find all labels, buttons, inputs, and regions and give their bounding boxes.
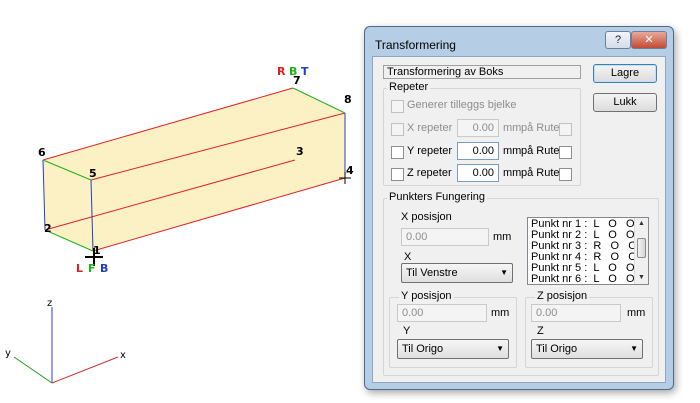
vertex-label-6: 6 (38, 146, 46, 159)
y-position-unit: mm (491, 307, 510, 319)
z-repeat-checkbox[interactable] (391, 168, 404, 181)
x-repeat-unit: mm (503, 122, 522, 134)
scroll-down-icon[interactable]: ▼ (635, 272, 648, 284)
list-item[interactable]: Punkt nr 3 : R O O (528, 241, 634, 252)
y-repeat-route-checkbox[interactable] (559, 146, 572, 159)
transform-dialog: Transformering ? ✕ Transformering av Bok… (364, 26, 674, 390)
z-axis-label: Z (537, 325, 544, 337)
z-position-label: Z posisjon (535, 290, 590, 302)
x-repeat-route-checkbox[interactable] (559, 123, 572, 136)
z-direction-value: Til Origo (536, 343, 578, 355)
letter-b-top: B (289, 65, 297, 78)
close-button[interactable]: Lukk (593, 93, 657, 112)
vertex-label-5: 5 (89, 167, 97, 180)
z-direction-select[interactable]: Til Origo ▼ (531, 339, 643, 359)
y-repeat-unit: mm (503, 145, 522, 157)
description-field: Transformering av Boks (383, 65, 581, 79)
point-list[interactable]: Punkt nr 1 : L O O Punkt nr 2 : L O O Pu… (527, 217, 649, 285)
list-item[interactable]: Punkt nr 5 : L O O (528, 263, 634, 274)
x-position-input[interactable]: 0.00 (401, 228, 489, 246)
save-button[interactable]: Lagre (593, 64, 657, 83)
x-position-unit: mm (493, 231, 512, 243)
letter-b-bottom: B (100, 262, 108, 275)
y-axis-label: Y (403, 325, 411, 337)
x-direction-value: Til Venstre (406, 267, 458, 279)
axis-y-label: y (5, 348, 11, 359)
x-direction-select[interactable]: Til Venstre ▼ (401, 263, 513, 283)
z-repeat-route-checkbox[interactable] (559, 168, 572, 181)
help-button[interactable]: ? (605, 31, 631, 49)
z-repeat-unit: mm (503, 167, 522, 179)
x-repeat-label: X repeter (407, 122, 453, 134)
axis-x-label: x (120, 350, 126, 361)
extra-beam-label: Generer tilleggs bjelke (407, 99, 517, 111)
y-direction-select[interactable]: Til Origo ▼ (397, 339, 509, 359)
z-position-input[interactable]: 0.00 (531, 304, 621, 322)
letter-t: T (301, 65, 309, 78)
z-repeat-route-label: på Rute (521, 167, 560, 179)
dialog-client: Transformering av Boks Lagre Lukk Repete… (372, 56, 666, 383)
vertex-label-3: 3 (296, 145, 304, 158)
y-direction-value: Til Origo (402, 343, 444, 355)
y-position-input[interactable]: 0.00 (397, 304, 487, 322)
y-repeat-input[interactable]: 0.00 (457, 142, 499, 160)
dialog-title: Transformering (375, 38, 456, 52)
x-repeat-route-label: på Rute (521, 122, 560, 134)
axis-x-line (51, 356, 119, 384)
x-axis-label: X (404, 251, 412, 263)
letter-l: L (76, 262, 83, 275)
list-item[interactable]: Punkt nr 4 : R O O (528, 252, 634, 263)
axis-z-label: z (47, 298, 52, 309)
scroll-up-icon[interactable]: ▲ (635, 218, 648, 230)
y-repeat-checkbox[interactable] (391, 146, 404, 159)
x-position-label: X posisjon (401, 211, 452, 223)
list-item[interactable]: Punkt nr 6 : L O O (528, 274, 634, 285)
viewport-canvas: 6 5 2 1 3 4 7 8 L F B R B T z x y (5, 65, 354, 384)
dialog-titlebar[interactable]: Transformering ? ✕ (365, 27, 673, 57)
list-item[interactable]: Punkt nr 1 : L O O (528, 219, 634, 230)
x-repeat-input[interactable]: 0.00 (457, 119, 499, 137)
point-list-scrollbar[interactable]: ▲ ▼ (634, 218, 648, 284)
extra-beam-checkbox[interactable] (391, 100, 404, 113)
y-repeat-route-label: på Rute (521, 145, 560, 157)
scroll-thumb[interactable] (637, 238, 646, 258)
x-repeat-checkbox[interactable] (391, 123, 404, 136)
viewport-3d[interactable]: 6 5 2 1 3 4 7 8 L F B R B T z x y (0, 0, 370, 400)
z-position-unit: mm (627, 307, 646, 319)
repeat-group-title: Repeter (387, 81, 431, 93)
close-icon[interactable]: ✕ (631, 31, 667, 49)
letter-f: F (88, 262, 96, 275)
points-group-title: Punkters Fungering (387, 191, 487, 203)
y-position-label: Y posisjon (399, 290, 454, 302)
chevron-down-icon: ▼ (630, 344, 638, 353)
vertex-label-2: 2 (44, 222, 52, 235)
chevron-down-icon: ▼ (500, 268, 508, 277)
vertex-label-1: 1 (93, 244, 101, 257)
z-repeat-input[interactable]: 0.00 (457, 164, 499, 182)
z-repeat-label: Z repeter (407, 167, 452, 179)
letter-r: R (277, 65, 286, 78)
y-repeat-label: Y repeter (407, 145, 453, 157)
list-item[interactable]: Punkt nr 2 : L O O (528, 230, 634, 241)
vertex-label-4: 4 (346, 164, 354, 177)
axis-y-line (13, 356, 53, 384)
chevron-down-icon: ▼ (496, 344, 504, 353)
vertex-label-8: 8 (344, 93, 352, 106)
